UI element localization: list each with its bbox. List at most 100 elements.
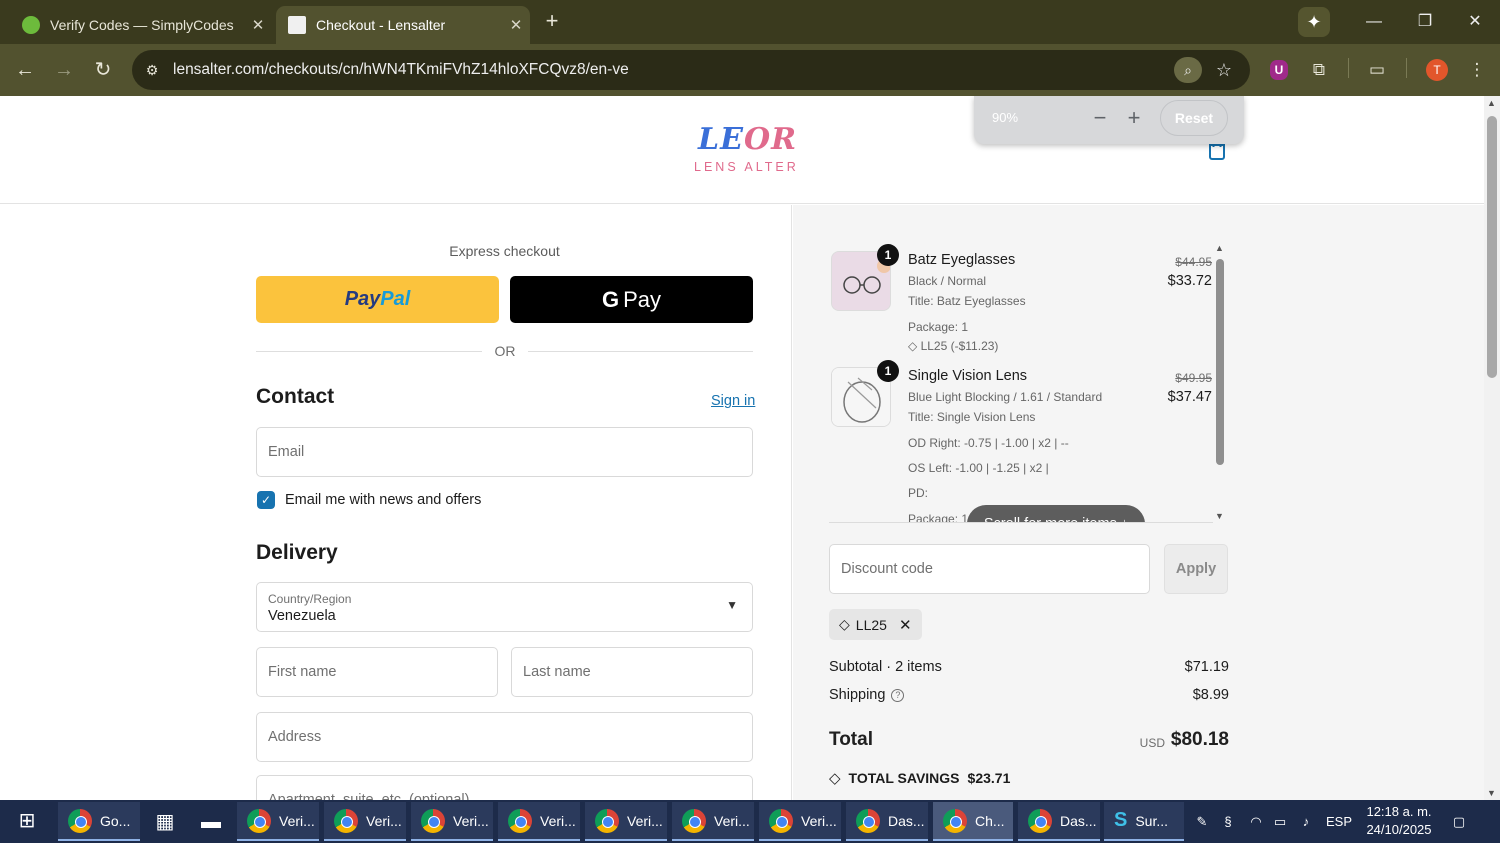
taskbar-app[interactable]: Veri... — [759, 802, 841, 841]
taskbar-app-label: Ch... — [975, 812, 1005, 829]
apartment-field[interactable]: Apartment, suite, etc. (optional) — [256, 775, 753, 800]
tab-search-icon[interactable]: ▭ — [1364, 57, 1390, 83]
battery-icon[interactable]: ▭ — [1268, 800, 1292, 843]
windows-start-icon[interactable]: ⊞ — [0, 800, 54, 843]
taskbar-app[interactable]: Das... — [1018, 802, 1100, 841]
order-items-list[interactable]: 1 Batz Eyeglasses Black / Normal Title: … — [829, 243, 1213, 523]
scroll-down-arrow-icon[interactable]: ▼ — [1215, 511, 1224, 521]
taskbar-app-active[interactable]: Ch... — [933, 802, 1013, 841]
lensalter-logo[interactable]: LEOR LENS ALTER — [690, 122, 800, 178]
bookmark-star-icon[interactable]: ☆ — [1212, 58, 1236, 82]
page-scrollbar[interactable]: ▲ ▼ — [1484, 96, 1500, 800]
toolbar-divider — [1348, 58, 1349, 78]
zoom-in-button[interactable]: + — [1122, 106, 1146, 130]
discount-code-field[interactable]: Discount code — [829, 544, 1150, 594]
checkout-form: Express checkout PayPal G Pay OR Contact … — [0, 205, 792, 800]
tab-checkout-lensalter[interactable]: Checkout - Lensalter ✕ — [276, 6, 530, 44]
taskbar-app-label: Veri... — [453, 812, 489, 829]
taskbar-app[interactable]: S Sur... — [1104, 802, 1184, 841]
taskbar-app[interactable]: Go... — [58, 802, 140, 841]
newsletter-checkbox-row[interactable]: ✓ Email me with news and offers — [257, 491, 481, 509]
extension-shield-icon[interactable]: U — [1270, 60, 1288, 80]
close-tab-icon[interactable]: ✕ — [244, 16, 272, 34]
wifi-icon[interactable]: ◠ — [1244, 800, 1268, 843]
file-explorer-icon[interactable]: ▬ — [191, 804, 231, 840]
paypal-button[interactable]: PayPal — [256, 276, 499, 323]
scroll-up-arrow-icon[interactable]: ▲ — [1487, 98, 1496, 108]
taskbar-app[interactable]: Veri... — [237, 802, 319, 841]
taskbar-app[interactable]: Das... — [846, 802, 928, 841]
items-scrollbar[interactable]: ▲ ▼ — [1214, 243, 1226, 521]
sign-in-link[interactable]: Sign in — [711, 393, 755, 409]
store-header: LEOR LENS ALTER — [0, 96, 1484, 204]
taskbar-app[interactable]: Veri... — [324, 802, 406, 841]
email-field[interactable]: Email — [256, 427, 753, 477]
clock-time: 12:18 a. m. — [1366, 804, 1432, 819]
taskbar-app-label: Go... — [100, 812, 131, 829]
zoom-out-button[interactable]: − — [1088, 106, 1112, 130]
scroll-for-more-button[interactable]: Scroll for more items ↓ — [967, 505, 1145, 522]
taskbar-app[interactable]: Veri... — [672, 802, 754, 841]
tab-verify-codes[interactable]: Verify Codes — SimplyCodes ✕ — [10, 6, 272, 44]
taskbar-app[interactable]: Veri... — [585, 802, 667, 841]
close-window-button[interactable]: ✕ — [1453, 8, 1497, 36]
minimize-window-button[interactable]: — — [1352, 8, 1396, 36]
restore-window-button[interactable]: ❐ — [1403, 8, 1447, 36]
profile-avatar[interactable]: T — [1426, 59, 1448, 81]
google-pay-button[interactable]: G Pay — [510, 276, 753, 323]
scroll-down-arrow-icon[interactable]: ▼ — [1487, 788, 1496, 798]
savings-label: TOTAL SAVINGS — [848, 770, 960, 786]
discount-tag-icon: ◇ — [908, 339, 918, 353]
notifications-icon[interactable]: ▢ — [1446, 800, 1472, 843]
close-tab-icon[interactable]: ✕ — [502, 16, 530, 34]
total-value: $80.18 — [1170, 729, 1229, 750]
surfshark-tray-icon[interactable]: § — [1216, 800, 1240, 843]
pen-icon[interactable]: ✎ — [1190, 800, 1214, 843]
back-arrow-icon[interactable]: ← — [11, 56, 39, 84]
remove-discount-icon[interactable]: ✕ — [899, 616, 912, 634]
last-name-field[interactable]: Last name — [511, 647, 753, 697]
scroll-up-arrow-icon[interactable]: ▲ — [1215, 243, 1224, 253]
address-placeholder: Address — [268, 729, 322, 745]
taskbar-app[interactable]: Veri... — [498, 802, 580, 841]
reload-icon[interactable]: ↻ — [89, 56, 117, 84]
address-bar[interactable]: ⚙ lensalter.com/checkouts/cn/hWN4TKmiFVh… — [132, 50, 1250, 90]
taskbar-app[interactable]: Veri... — [411, 802, 493, 841]
site-info-icon[interactable]: ⚙ — [142, 60, 162, 80]
system-clock[interactable]: 12:18 a. m. 24/10/2025 — [1356, 803, 1442, 839]
taskbar-app-label: Sur... — [1135, 812, 1169, 829]
item-title-line: Title: Batz Eyeglasses — [908, 294, 1026, 308]
extensions-puzzle-icon[interactable]: ⧉ — [1306, 57, 1332, 83]
paypal-label-b: Pal — [380, 288, 411, 310]
item-pd: PD: — [908, 486, 929, 500]
chrome-icon — [682, 808, 706, 833]
first-name-field[interactable]: First name — [256, 647, 498, 697]
savings-tag-icon: ◇ — [829, 770, 841, 787]
logo-mark-blue: LE — [698, 122, 744, 157]
calculator-icon[interactable]: ▦ — [145, 804, 185, 840]
new-tab-button[interactable]: + — [540, 10, 564, 34]
delivery-heading: Delivery — [256, 541, 338, 564]
language-indicator[interactable]: ESP — [1322, 800, 1356, 843]
address-field[interactable]: Address — [256, 712, 753, 762]
apply-discount-button[interactable]: Apply — [1164, 544, 1228, 594]
taskbar-app-label: Veri... — [714, 812, 750, 829]
scrollbar-thumb[interactable] — [1216, 259, 1224, 465]
scrollbar-thumb[interactable] — [1487, 116, 1497, 378]
shipping-label: Shipping — [829, 687, 886, 703]
apartment-placeholder: Apartment, suite, etc. (optional) — [268, 792, 470, 800]
more-menu-icon[interactable]: ⋮ — [1464, 57, 1490, 83]
checkout-page: LEOR LENS ALTER 90% − + Reset Express ch… — [0, 96, 1484, 800]
country-select[interactable]: Country/Region Venezuela ▼ — [256, 582, 753, 632]
shipping-row: Shipping? $8.99 — [829, 687, 1229, 703]
gemini-sparkle-icon[interactable]: ✦ — [1298, 7, 1330, 37]
discount-placeholder: Discount code — [841, 561, 933, 577]
or-label: OR — [494, 343, 516, 359]
zoom-reset-button[interactable]: Reset — [1160, 100, 1228, 136]
forward-arrow-icon[interactable]: → — [50, 56, 78, 84]
help-question-icon[interactable]: ? — [891, 689, 905, 702]
volume-icon[interactable]: ♪ — [1294, 800, 1318, 843]
url-text[interactable]: lensalter.com/checkouts/cn/hWN4TKmiFVhZ1… — [173, 61, 629, 79]
zoom-magnifier-icon[interactable]: ⌕ — [1174, 57, 1202, 83]
checkmark-icon[interactable]: ✓ — [257, 491, 275, 509]
